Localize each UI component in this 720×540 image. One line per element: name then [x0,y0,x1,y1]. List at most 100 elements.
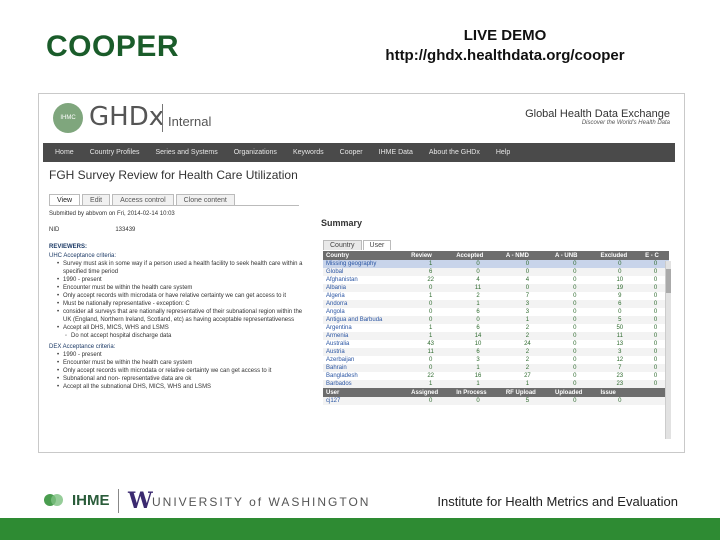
scrollbar-thumb[interactable] [666,269,671,293]
table-row[interactable]: Australia 43 10 24 0 13 0 [323,340,669,348]
count-cell[interactable]: 11 [453,284,503,292]
country-cell[interactable]: Bahrain [323,364,409,372]
count-cell[interactable]: 14 [453,332,503,340]
country-cell[interactable]: Afghanistan [323,276,408,284]
column-header[interactable]: A - NMD [502,251,552,260]
table-row[interactable]: Albania 0 11 0 0 19 0 [323,284,669,292]
country-cell[interactable]: Algeria [323,292,408,300]
table-row[interactable]: Bangladesh 22 16 27 0 23 0 [323,372,669,380]
count-cell[interactable]: 50 [598,324,643,332]
count-cell[interactable]: 0 [597,260,643,268]
count-cell[interactable]: 3 [597,348,643,356]
count-cell[interactable]: 7 [503,292,552,300]
count-cell[interactable]: 0 [551,260,598,268]
count-cell[interactable]: 1 [453,364,503,372]
summary-tab-user[interactable]: User [362,240,392,250]
count-cell[interactable]: 0 [502,268,552,276]
table-row[interactable]: Missing geography 1 0 0 0 0 0 [323,260,669,268]
nav-item-home[interactable]: Home [55,149,74,156]
ghdx-logo[interactable]: GHDx [89,102,164,132]
nav-item-help[interactable]: Help [496,149,510,156]
count-cell[interactable]: 22 [408,372,453,380]
count-cell[interactable]: 0 [598,308,643,316]
summary-scrollbar[interactable] [665,261,671,439]
count-cell[interactable]: 10 [453,340,503,348]
country-cell[interactable]: Bangladesh [323,372,408,380]
count-cell[interactable]: 2 [503,356,552,364]
count-cell[interactable]: 0 [551,284,598,292]
count-cell[interactable]: 4 [453,276,503,284]
count-cell[interactable]: 0 [502,284,552,292]
country-cell[interactable]: Barbados [323,380,409,388]
count-cell[interactable]: 12 [598,356,643,364]
count-cell[interactable]: 10 [598,276,643,284]
count-cell[interactable]: 0 [552,340,598,348]
count-cell[interactable]: 0 [552,324,598,332]
count-cell[interactable]: 1 [408,380,454,388]
count-cell[interactable]: 0 [408,364,454,372]
count-cell[interactable]: 0 [453,268,503,276]
count-cell[interactable]: 1 [408,324,453,332]
nav-item-series-and-systems[interactable]: Series and Systems [155,149,217,156]
table-row[interactable]: Afghanistan 22 4 4 0 10 0 [323,276,669,284]
count-cell[interactable]: 2 [503,324,552,332]
count-cell[interactable]: 3 [453,356,503,364]
country-cell[interactable]: Australia [323,340,408,348]
country-cell[interactable]: Global [323,268,409,276]
count-cell[interactable]: 2 [502,364,552,372]
country-cell[interactable]: Andorra [323,300,409,308]
column-header[interactable]: Review [408,251,454,260]
count-cell[interactable]: 1 [408,332,454,340]
table-row[interactable]: Andorra 0 1 3 0 6 0 [323,300,669,308]
column-header[interactable]: Country [323,251,409,260]
count-cell[interactable]: 3 [503,308,552,316]
country-cell[interactable]: Antigua and Barbuda [323,316,409,324]
count-cell[interactable]: 11 [597,332,643,340]
nav-item-ihme-data[interactable]: IHME Data [379,149,413,156]
table-row[interactable]: Armenia 1 14 2 0 11 0 [323,332,669,340]
count-cell[interactable]: 16 [453,372,503,380]
table-row[interactable]: Bahrain 0 1 2 0 7 0 [323,364,669,372]
count-cell[interactable]: 23 [597,380,643,388]
count-cell[interactable]: 13 [598,340,643,348]
count-cell[interactable]: 1 [408,260,454,268]
count-cell[interactable]: 0 [408,356,453,364]
user-cell[interactable]: cj127 [323,397,409,405]
country-cell[interactable]: Albania [323,284,409,292]
count-cell[interactable]: 27 [503,372,552,380]
table-row[interactable]: Azerbaijan 0 3 2 0 12 0 [323,356,669,364]
count-cell[interactable]: 6 [453,324,503,332]
nav-item-organizations[interactable]: Organizations [234,149,277,156]
nav-item-cooper[interactable]: Cooper [340,149,363,156]
count-cell[interactable]: 2 [453,292,503,300]
table-row[interactable]: Austria 11 6 2 0 3 0 [323,348,669,356]
country-cell[interactable]: Armenia [323,332,409,340]
country-cell[interactable]: Angola [323,308,408,316]
count-cell[interactable]: 23 [598,372,643,380]
count-cell[interactable]: 19 [597,284,643,292]
country-cell[interactable]: Austria [323,348,409,356]
table-row[interactable]: Barbados 1 1 1 0 23 0 [323,380,669,388]
nav-item-about-the-ghdx[interactable]: About the GHDx [429,149,480,156]
country-cell[interactable]: Azerbaijan [323,356,408,364]
count-cell[interactable]: 7 [597,364,643,372]
count-cell[interactable]: 1 [453,300,503,308]
column-header[interactable]: E - C [642,251,669,260]
table-row[interactable]: Argentina 1 6 2 0 50 0 [323,324,669,332]
count-cell[interactable]: 22 [408,276,453,284]
count-cell[interactable]: 3 [502,300,552,308]
count-cell[interactable]: 2 [502,348,552,356]
count-cell[interactable]: 0 [408,316,454,324]
count-cell[interactable]: 9 [598,292,643,300]
count-cell[interactable]: 0 [552,276,598,284]
column-header[interactable]: A - UNB [551,251,598,260]
count-cell[interactable]: 0 [551,364,598,372]
country-cell[interactable]: Argentina [323,324,408,332]
count-cell[interactable]: 1 [453,380,503,388]
count-cell[interactable]: 0 [552,356,598,364]
column-header[interactable]: Accepted [453,251,503,260]
count-cell[interactable]: 24 [503,340,552,348]
count-cell[interactable]: 11 [408,348,454,356]
table-row[interactable]: Global 6 0 0 0 0 0 [323,268,669,276]
count-cell[interactable]: 0 [552,372,598,380]
